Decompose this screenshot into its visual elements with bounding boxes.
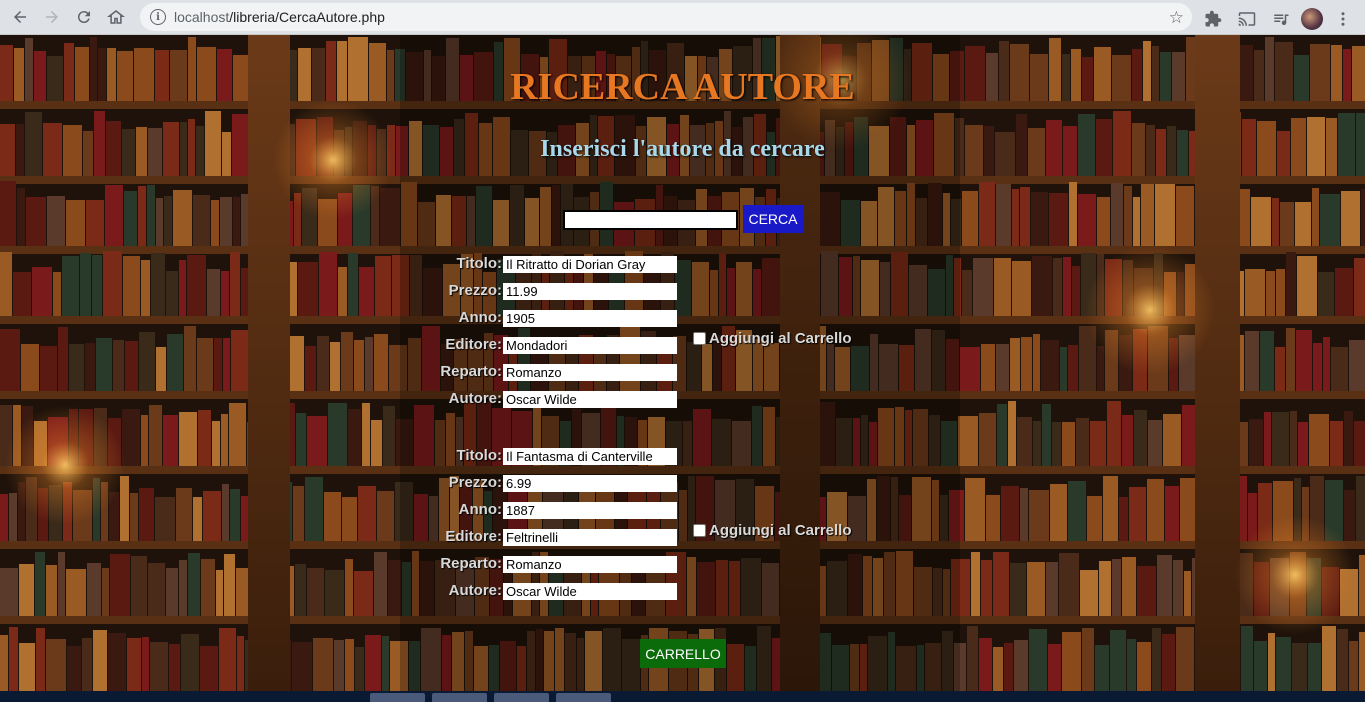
field-anno: Anno: bbox=[0, 501, 1365, 519]
forward-button[interactable] bbox=[36, 1, 68, 33]
puzzle-icon bbox=[1205, 10, 1222, 27]
arrow-right-icon bbox=[46, 11, 58, 23]
checkbox-box[interactable] bbox=[693, 332, 706, 345]
kebab-icon bbox=[1341, 12, 1345, 26]
reparto-input[interactable] bbox=[503, 556, 677, 573]
browser-toolbar: i localhost/libreria/CercaAutore.php ☆ bbox=[0, 0, 1365, 35]
field-editore: Editore: bbox=[0, 336, 1365, 354]
page-viewport: RICERCA AUTORE Inserisci l'autore da cer… bbox=[0, 35, 1365, 691]
reparto-label: Reparto: bbox=[440, 555, 502, 572]
media-icon bbox=[1274, 14, 1289, 26]
search-button[interactable]: CERCA bbox=[743, 205, 803, 233]
anno-input[interactable] bbox=[503, 310, 677, 327]
anno-input[interactable] bbox=[503, 502, 677, 519]
prezzo-input[interactable] bbox=[503, 283, 677, 300]
page-title: RICERCA AUTORE bbox=[510, 66, 855, 108]
titolo-input[interactable] bbox=[503, 256, 677, 273]
anno-label: Anno: bbox=[458, 501, 502, 518]
os-taskbar bbox=[0, 691, 1365, 702]
autore-label: Autore: bbox=[448, 582, 502, 599]
home-icon bbox=[107, 10, 125, 24]
cart-button[interactable]: CARRELLO bbox=[640, 639, 726, 668]
field-reparto: Reparto: bbox=[0, 363, 1365, 381]
add-to-cart-label: Aggiungi al Carrello bbox=[709, 330, 852, 347]
autore-input[interactable] bbox=[503, 391, 677, 408]
anno-label: Anno: bbox=[458, 309, 502, 326]
page-subtitle: Inserisci l'autore da cercare bbox=[540, 136, 825, 162]
address-bar[interactable]: i localhost/libreria/CercaAutore.php ☆ bbox=[140, 3, 1192, 31]
taskbar-item[interactable] bbox=[370, 693, 425, 702]
titolo-input[interactable] bbox=[503, 448, 677, 465]
prezzo-label: Prezzo: bbox=[448, 474, 502, 491]
editore-label: Editore: bbox=[445, 528, 502, 545]
field-prezzo: Prezzo: bbox=[0, 282, 1365, 300]
checkbox-box[interactable] bbox=[693, 524, 706, 537]
cast-button[interactable] bbox=[1233, 3, 1261, 35]
taskbar-item[interactable] bbox=[432, 693, 487, 702]
field-editore: Editore: bbox=[0, 528, 1365, 546]
field-autore: Autore: bbox=[0, 582, 1365, 600]
info-icon[interactable]: i bbox=[150, 9, 166, 25]
add-to-cart-checkbox[interactable]: Aggiungi al Carrello bbox=[693, 522, 852, 539]
extensions-button[interactable] bbox=[1199, 3, 1227, 35]
add-to-cart-label: Aggiungi al Carrello bbox=[709, 522, 852, 539]
profile-avatar[interactable] bbox=[1301, 8, 1323, 30]
field-titolo: Titolo: bbox=[0, 255, 1365, 273]
reparto-label: Reparto: bbox=[440, 363, 502, 380]
media-button[interactable] bbox=[1267, 3, 1295, 35]
editore-label: Editore: bbox=[445, 336, 502, 353]
add-to-cart-checkbox[interactable]: Aggiungi al Carrello bbox=[693, 330, 852, 347]
home-button[interactable] bbox=[100, 1, 132, 33]
field-reparto: Reparto: bbox=[0, 555, 1365, 573]
cast-icon bbox=[1238, 12, 1256, 26]
reload-icon bbox=[77, 11, 90, 24]
menu-button[interactable] bbox=[1329, 3, 1357, 35]
prezzo-label: Prezzo: bbox=[448, 282, 502, 299]
titolo-label: Titolo: bbox=[456, 255, 502, 272]
star-icon[interactable]: ☆ bbox=[1169, 8, 1184, 28]
field-prezzo: Prezzo: bbox=[0, 474, 1365, 492]
autore-label: Autore: bbox=[448, 390, 502, 407]
back-button[interactable] bbox=[4, 1, 36, 33]
toolbar-actions bbox=[1199, 3, 1357, 35]
search-author-content: RICERCA AUTORE Inserisci l'autore da cer… bbox=[0, 35, 1365, 691]
field-anno: Anno: bbox=[0, 309, 1365, 327]
url-text: localhost/libreria/CercaAutore.php bbox=[174, 9, 385, 25]
arrow-left-icon bbox=[14, 11, 26, 23]
author-search-input[interactable] bbox=[563, 210, 738, 230]
field-autore: Autore: bbox=[0, 390, 1365, 408]
editore-input[interactable] bbox=[503, 337, 677, 354]
titolo-label: Titolo: bbox=[456, 447, 502, 464]
prezzo-input[interactable] bbox=[503, 475, 677, 492]
taskbar-item[interactable] bbox=[494, 693, 549, 702]
autore-input[interactable] bbox=[503, 583, 677, 600]
field-titolo: Titolo: bbox=[0, 447, 1365, 465]
reparto-input[interactable] bbox=[503, 364, 677, 381]
editore-input[interactable] bbox=[503, 529, 677, 546]
reload-button[interactable] bbox=[68, 1, 100, 33]
taskbar-item[interactable] bbox=[556, 693, 611, 702]
